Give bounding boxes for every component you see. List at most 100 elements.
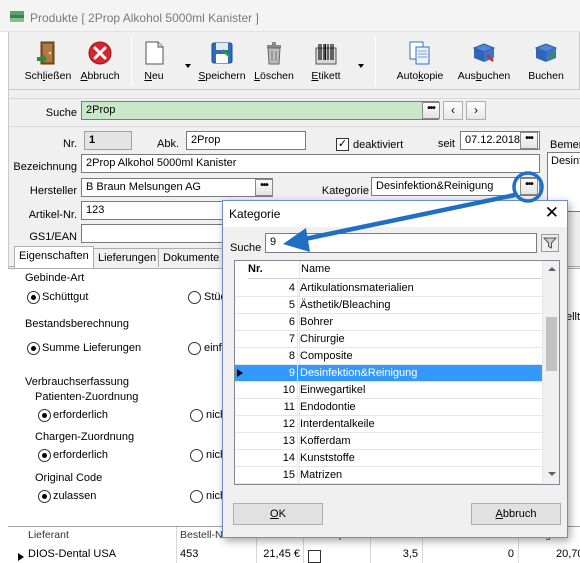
list-scrollbar[interactable] — [542, 261, 559, 484]
grid-cell-betrag[interactable]: 20,70 — [556, 548, 580, 560]
list-header-nr[interactable]: Nr. — [248, 263, 263, 275]
grid-cell-rabatt[interactable]: 3,5 — [372, 548, 418, 560]
dialog-search-input[interactable]: 9 — [265, 233, 537, 253]
side-text: ellt — [566, 311, 580, 323]
tab-eigenschaften[interactable]: Eigenschaften — [14, 246, 94, 268]
chargen-erforderlich-radio[interactable] — [38, 449, 51, 462]
app-icon — [10, 11, 24, 22]
scroll-up-icon[interactable] — [548, 267, 556, 271]
row-pointer-icon — [237, 369, 243, 377]
list-item-nr: 12 — [248, 416, 298, 433]
trash-bin-icon — [267, 42, 281, 65]
list-item[interactable]: 6 Bohrer — [235, 314, 543, 331]
list-item[interactable]: 11 Endodontie — [235, 399, 543, 416]
original-code-zulassen-radio[interactable] — [38, 490, 51, 503]
tab-dokumente[interactable]: Dokumente — [158, 248, 225, 267]
list-item[interactable]: 9 Desinfektion&Reinigung — [235, 365, 543, 382]
barcode-label-icon — [315, 44, 337, 65]
dialog-abbruch-button[interactable]: Abbruch — [471, 503, 561, 525]
grid-cell-lieferant[interactable]: DIOS-Dental USA — [28, 548, 116, 560]
bezeichnung-label: Bezeichnung — [13, 161, 77, 173]
verbrauchserfassung-title: Verbrauchserfassung — [25, 376, 129, 388]
gs1-ean-field[interactable] — [81, 224, 233, 243]
grid-column-divider — [176, 527, 177, 563]
bezeichnung-field[interactable]: 2Prop Alkohol 5000ml Kanister — [81, 154, 540, 173]
list-item[interactable]: 5 Ästhetik/Bleaching — [235, 297, 543, 314]
bemerkung-label: Bemer — [550, 139, 580, 151]
original-code-nicht-radio[interactable] — [190, 490, 203, 503]
grid-cell-zusatz-rabatt[interactable]: 0 — [424, 548, 514, 560]
kategorie-list: Nr. Name 4 Artikulationsmaterialien 5 Ästhe… — [234, 260, 560, 485]
list-item[interactable]: 8 Composite — [235, 348, 543, 365]
list-item-name: Kunststoffe — [300, 452, 355, 464]
previous-record-button[interactable]: ‹ — [443, 101, 463, 120]
search-input[interactable]: 2Prop — [81, 101, 439, 120]
list-item[interactable]: 4 Artikulationsmaterialien — [235, 280, 543, 297]
list-item-nr: 7 — [248, 331, 298, 348]
scroll-thumb[interactable] — [546, 317, 557, 371]
toolbar: Schließen Abbruch Neu Speichern Löschen … — [8, 32, 580, 90]
list-item[interactable]: 12 Interdentalkeile — [235, 416, 543, 433]
list-item-nr: 11 — [248, 399, 298, 416]
grid-cell-bestellnr[interactable]: 453 — [180, 548, 198, 560]
abk-field[interactable]: 2Prop — [186, 131, 306, 150]
kategorie-field[interactable]: Desinfektion&Reinigung — [371, 177, 540, 196]
grid-cell-sonderpreis-checkbox[interactable] — [308, 550, 321, 563]
autokopie-button[interactable]: Autokopie — [395, 32, 445, 88]
buchen-button[interactable]: Buchen — [521, 32, 571, 88]
patienten-erforderlich-radio[interactable] — [38, 409, 51, 422]
schliessen-button[interactable]: Schließen — [23, 32, 73, 88]
scroll-down-icon[interactable] — [548, 472, 556, 476]
artikelnr-field[interactable]: 123 — [81, 201, 233, 220]
ausbuchen-button[interactable]: Ausbuchen — [458, 32, 510, 88]
etikett-button[interactable]: Etikett — [301, 32, 351, 88]
search-lookup-button[interactable]: ••• — [422, 102, 440, 119]
hersteller-field[interactable]: B Braun Melsungen AG — [81, 178, 273, 197]
original-code-zulassen-label: zulassen — [53, 490, 97, 502]
list-header-name[interactable]: Name — [301, 263, 330, 275]
list-item-name: Chirurgie — [300, 333, 345, 345]
summe-lieferungen-radio[interactable] — [27, 342, 40, 355]
divider — [9, 126, 580, 127]
hersteller-lookup-button[interactable]: ••• — [255, 179, 273, 196]
patienten-nicht-radio[interactable] — [190, 409, 203, 422]
speichern-button[interactable]: Speichern — [197, 32, 247, 88]
tab-lieferungen[interactable]: Lieferungen — [93, 248, 162, 267]
ok-button[interactable]: OK — [233, 503, 323, 525]
neu-dropdown-arrow[interactable] — [185, 64, 191, 68]
row-pointer-icon — [18, 553, 24, 561]
chargen-nicht-radio[interactable] — [190, 449, 203, 462]
schuettgut-radio[interactable] — [27, 291, 40, 304]
grid-cell-preis[interactable]: 21,45 € — [258, 548, 300, 560]
cancel-x-icon — [88, 41, 112, 65]
kategorie-lookup-button[interactable]: ••• — [520, 178, 538, 195]
list-item[interactable]: 15 Matrizen — [235, 467, 543, 484]
list-item-name: Desinfektion&Reinigung — [300, 367, 418, 379]
gebinde-art-title: Gebinde-Art — [25, 272, 85, 284]
deaktiviert-checkbox[interactable]: ✓ — [336, 138, 349, 151]
neu-button[interactable]: Neu — [129, 32, 179, 88]
list-item-name: Artikulationsmaterialien — [300, 282, 414, 294]
close-icon[interactable]: ✕ — [545, 204, 559, 222]
loeschen-button[interactable]: Löschen — [249, 32, 299, 88]
einfach-radio[interactable] — [188, 342, 201, 355]
list-item[interactable]: 7 Chirurgie — [235, 331, 543, 348]
list-item[interactable]: 14 Kunststoffe — [235, 450, 543, 467]
list-item-name: Kofferdam — [300, 435, 351, 447]
window-titlebar: Produkte [ 2Prop Alkohol 5000ml Kanister… — [0, 0, 580, 32]
list-item-nr: 10 — [248, 382, 298, 399]
list-item-name: Ästhetik/Bleaching — [300, 299, 391, 311]
grid-header-lieferant[interactable]: Lieferant — [28, 529, 69, 541]
list-item-name: Interdentalkeile — [300, 418, 375, 430]
filter-funnel-icon[interactable] — [541, 234, 559, 252]
seit-date-picker-button[interactable]: ••• — [520, 132, 538, 149]
next-record-button[interactable]: › — [466, 101, 486, 120]
list-item[interactable]: 10 Einwegartikel — [235, 382, 543, 399]
dialog-title: Kategorie — [229, 207, 281, 221]
stueck-radio[interactable] — [188, 291, 201, 304]
chargen-erforderlich-label: erforderlich — [53, 449, 109, 461]
list-item[interactable]: 13 Kofferdam — [235, 433, 543, 450]
etikett-dropdown-arrow[interactable] — [358, 64, 364, 68]
abbruch-button[interactable]: Abbruch — [75, 32, 125, 88]
list-item-nr: 4 — [248, 280, 298, 297]
